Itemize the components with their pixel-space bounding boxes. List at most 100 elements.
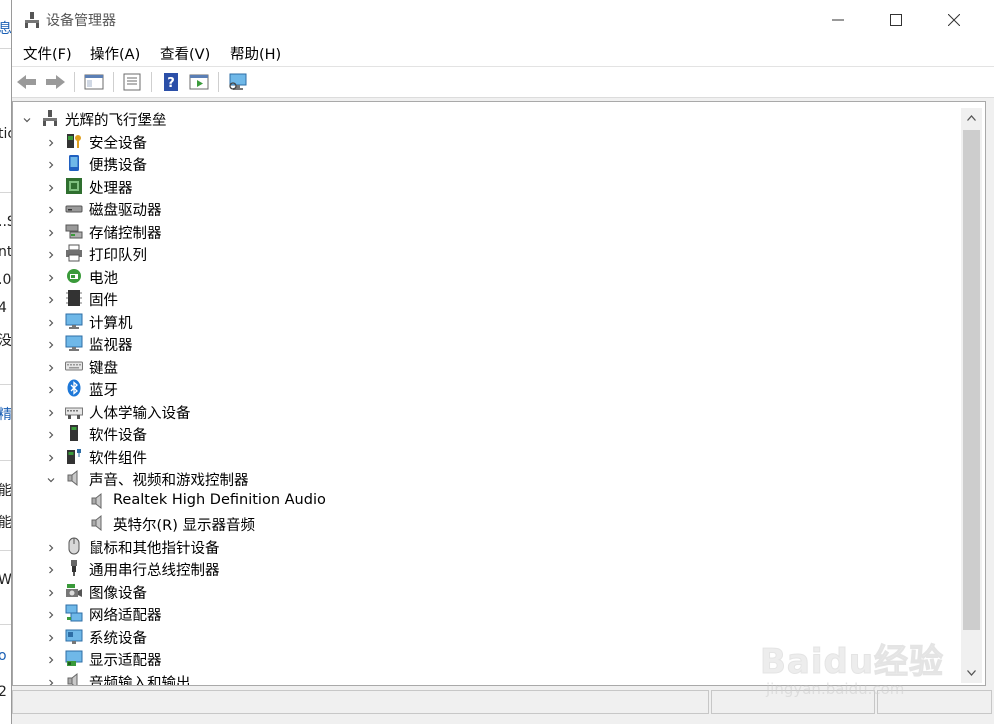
- background-window: 息 tic ..S nt .0 4 没精能能 Wo 2: [0, 0, 11, 724]
- background-text-fragment: nt: [0, 244, 11, 260]
- tree-root[interactable]: 光辉的飞行堡垒: [13, 107, 958, 129]
- background-divider: [0, 384, 11, 385]
- tree-category[interactable]: 图像设备: [13, 580, 958, 602]
- tree-category[interactable]: 网络适配器: [13, 602, 958, 624]
- tree-category[interactable]: 键盘: [13, 355, 958, 377]
- background-divider: [0, 48, 11, 49]
- chevron-right-icon[interactable]: [45, 224, 57, 236]
- usb-icon: [65, 559, 83, 577]
- background-text-fragment: 2: [0, 684, 7, 700]
- properties-button[interactable]: [121, 72, 143, 92]
- system-device-icon: [65, 627, 83, 645]
- chevron-right-icon[interactable]: [45, 651, 57, 664]
- tree-category[interactable]: 安全设备: [13, 130, 958, 152]
- monitor-icon: [65, 334, 83, 352]
- tree-category[interactable]: 磁盘驱动器: [13, 197, 958, 219]
- chevron-right-icon[interactable]: [45, 404, 57, 416]
- vertical-scrollbar[interactable]: [961, 108, 982, 683]
- scrollbar-thumb[interactable]: [963, 130, 980, 630]
- chevron-right-icon[interactable]: [45, 674, 57, 685]
- maximize-button[interactable]: [867, 0, 925, 40]
- chevron-right-icon[interactable]: [45, 269, 57, 281]
- run-icon: [189, 74, 209, 90]
- scroll-up-button[interactable]: [961, 108, 982, 128]
- background-text-fragment: W: [0, 572, 11, 588]
- tree-category[interactable]: 软件组件: [13, 445, 958, 467]
- tree-item-label: 系统设备: [89, 630, 147, 647]
- tree-item-label: 声音、视频和游戏控制器: [89, 473, 249, 489]
- menu-action[interactable]: 操作(A): [90, 43, 140, 64]
- chevron-right-icon[interactable]: [45, 606, 57, 619]
- menu-view[interactable]: 查看(V): [160, 43, 210, 64]
- background-text-fragment: 能: [0, 483, 11, 499]
- chevron-right-icon[interactable]: [45, 336, 57, 349]
- chevron-right-icon[interactable]: [45, 449, 57, 461]
- chevron-right-icon[interactable]: [45, 179, 57, 191]
- tree-device[interactable]: 英特尔(R) 显示器音频: [13, 512, 958, 534]
- back-button[interactable]: [16, 72, 38, 92]
- tree-category[interactable]: 监视器: [13, 332, 958, 354]
- help-button[interactable]: ?: [160, 72, 182, 92]
- minimize-button[interactable]: [809, 0, 867, 40]
- chevron-right-icon[interactable]: [45, 314, 57, 326]
- chevron-right-icon[interactable]: [45, 584, 57, 596]
- menu-help[interactable]: 帮助(H): [230, 43, 281, 64]
- chevron-right-icon[interactable]: [45, 359, 57, 371]
- chevron-right-icon[interactable]: [45, 201, 57, 214]
- tree-category[interactable]: 计算机: [13, 310, 958, 332]
- chevron-right-icon[interactable]: [45, 426, 57, 439]
- monitor-scan-icon: [229, 73, 247, 90]
- speaker-icon: [89, 514, 107, 532]
- properties-icon: [123, 73, 141, 91]
- menu-file[interactable]: 文件(F): [23, 43, 72, 64]
- run-button[interactable]: [188, 72, 210, 92]
- chevron-right-icon[interactable]: [45, 156, 57, 169]
- chevron-down-icon[interactable]: [45, 471, 57, 483]
- display-adapter-icon: [65, 649, 83, 667]
- tree-category[interactable]: 鼠标和其他指针设备: [13, 535, 958, 557]
- tree-category[interactable]: 电池: [13, 265, 958, 287]
- software-component-icon: [65, 447, 83, 465]
- tree-category[interactable]: 系统设备: [13, 625, 958, 647]
- scroll-down-button[interactable]: [961, 663, 982, 683]
- chevron-right-icon[interactable]: [45, 539, 57, 551]
- tree-category[interactable]: 人体学输入设备: [13, 400, 958, 422]
- speaker-icon: [65, 469, 83, 487]
- close-button[interactable]: [925, 0, 983, 40]
- tree-category[interactable]: 显示适配器: [13, 647, 958, 669]
- tree-item-label: Realtek High Definition Audio: [113, 491, 326, 508]
- tree-category[interactable]: 蓝牙: [13, 377, 958, 399]
- hid-icon: [65, 402, 83, 420]
- tree-category[interactable]: 音频输入和输出: [13, 670, 958, 685]
- tree-category[interactable]: 存储控制器: [13, 220, 958, 242]
- tree-category[interactable]: 通用串行总线控制器: [13, 557, 958, 579]
- forward-arrow-icon: [46, 75, 65, 89]
- chevron-right-icon[interactable]: [45, 134, 57, 146]
- tree-device[interactable]: Realtek High Definition Audio: [13, 490, 958, 512]
- tree-category[interactable]: 打印队列: [13, 242, 958, 264]
- tree-item-label: 打印队列: [89, 248, 147, 264]
- tree-item-label: 软件设备: [89, 428, 147, 444]
- forward-button[interactable]: [44, 72, 66, 92]
- chevron-right-icon[interactable]: [45, 291, 57, 304]
- show-hide-console-tree-button[interactable]: [83, 72, 105, 92]
- tree-category[interactable]: 软件设备: [13, 422, 958, 444]
- background-text-fragment: ..S: [0, 214, 11, 230]
- title-bar[interactable]: 设备管理器: [12, 0, 994, 40]
- background-divider: [0, 550, 11, 551]
- tree-item-label: 显示适配器: [89, 653, 162, 669]
- chevron-right-icon[interactable]: [45, 561, 57, 574]
- tree-category[interactable]: 固件: [13, 287, 958, 309]
- background-text-fragment: tic: [0, 126, 11, 142]
- scan-hardware-button[interactable]: [227, 72, 249, 92]
- background-text-fragment: 没: [0, 333, 11, 349]
- chevron-right-icon[interactable]: [45, 381, 57, 394]
- background-text-fragment: 精: [0, 407, 11, 423]
- tree-category[interactable]: 声音、视频和游戏控制器: [13, 467, 958, 489]
- chevron-right-icon[interactable]: [45, 246, 57, 259]
- tree-category[interactable]: 处理器: [13, 175, 958, 197]
- chevron-down-icon[interactable]: [21, 111, 33, 123]
- tree-category[interactable]: 便携设备: [13, 152, 958, 174]
- chevron-right-icon[interactable]: [45, 629, 57, 641]
- tree-item-label: 人体学输入设备: [89, 405, 191, 422]
